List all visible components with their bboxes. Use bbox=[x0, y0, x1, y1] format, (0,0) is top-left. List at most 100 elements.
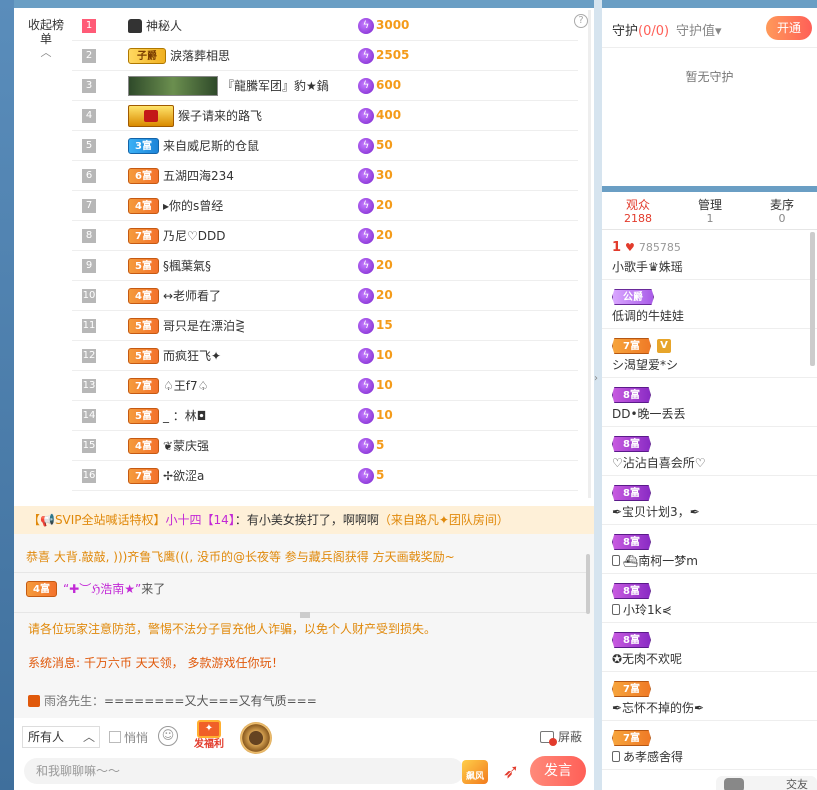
tab-audience[interactable]: 观众 2188 bbox=[608, 198, 668, 226]
user-name[interactable]: ✒忘怀不掉的伤✒ bbox=[612, 701, 704, 715]
tab-label: 麦序 bbox=[769, 198, 794, 212]
rank-user-name[interactable]: ▸你的s曾经 bbox=[163, 197, 223, 214]
user-name[interactable]: 低调的牛娃娃 bbox=[612, 309, 684, 323]
audience-user[interactable]: 7富 V シ渴望爱*シ bbox=[602, 330, 817, 378]
rank-number: 9 bbox=[82, 258, 96, 273]
rank-user-name[interactable]: 猴子请来的路飞 bbox=[178, 107, 262, 124]
rank-row[interactable]: 12 5富 而疯狂飞✦ ϟ 10 bbox=[72, 341, 578, 371]
gift-icon: ϟ bbox=[358, 48, 374, 64]
audience-user[interactable]: 1 ♥ 785785 小歌手♛姝瑶 bbox=[602, 232, 817, 280]
user-name-row: ✒忘怀不掉的伤✒ bbox=[612, 699, 704, 716]
rank-number: 16 bbox=[82, 468, 96, 483]
user-message-name[interactable]: 雨洛先生： bbox=[44, 694, 104, 708]
rank-user-name[interactable]: 来自威尼斯的仓鼠 bbox=[163, 137, 259, 154]
gift-icon: ϟ bbox=[358, 468, 374, 484]
rank-user-name[interactable]: 『龍騰军团』豹★鍋 bbox=[222, 77, 329, 94]
floating-chat-button[interactable]: 交友 bbox=[716, 776, 817, 790]
enter-user-name[interactable]: “✚︶ℌ浩南★” bbox=[63, 580, 141, 597]
audience-user[interactable]: 7富 あ孝感舍得 bbox=[602, 722, 817, 770]
rank-row[interactable]: 15 4富 ❦蒙庆强 ϟ 5 bbox=[72, 431, 578, 461]
quiet-checkbox[interactable] bbox=[109, 731, 121, 743]
resize-handle[interactable] bbox=[300, 612, 310, 618]
rank-row[interactable]: 7 4富 ▸你的s曾经 ϟ 20 bbox=[72, 191, 578, 221]
chat-scrollbar[interactable] bbox=[586, 554, 590, 614]
audience-user[interactable]: 8富 ♡沾沾自喜会所♡ bbox=[602, 428, 817, 476]
audience-user[interactable]: 7富 ✒忘怀不掉的伤✒ bbox=[602, 673, 817, 721]
audience-user[interactable]: 8富 DD•晚一丢丢 bbox=[602, 379, 817, 427]
security-warning: 请各位玩家注意防范，警惕不法分子冒充他人诈骗，以免个人财产受到损失。 bbox=[28, 622, 437, 636]
rank-row[interactable]: 11 5富 哥只是在漂泊⋛ ϟ 15 bbox=[72, 311, 578, 341]
rank-row[interactable]: 9 5富 §楓葉氣§ ϟ 20 bbox=[72, 251, 578, 281]
chat-input[interactable]: 和我聊聊嘛～～ bbox=[24, 758, 464, 784]
svip-broadcast-bar[interactable]: 【📢SVIP全站喊话特权】小十四【14】：有小美女挨打了，啊啊啊（来自路凡✦团队… bbox=[14, 506, 594, 534]
emoji-icon[interactable]: ☺ bbox=[158, 726, 178, 746]
rank-score: 15 bbox=[376, 318, 393, 332]
user-name-row: ⛴南柯一梦m bbox=[612, 552, 698, 569]
rank-user-name[interactable]: 哥只是在漂泊⋛ bbox=[163, 317, 245, 334]
welfare-label: 发福利 bbox=[194, 739, 224, 750]
rank-row[interactable]: 1 神秘人 ϟ 3000 bbox=[72, 11, 578, 41]
rank-user-name[interactable]: 神秘人 bbox=[146, 17, 182, 34]
target-select[interactable]: 所有人 ︿ bbox=[22, 726, 100, 748]
rocket-icon[interactable]: ➶ bbox=[498, 758, 524, 784]
user-name[interactable]: あ孝感舍得 bbox=[623, 750, 683, 764]
rank-user-name[interactable]: ♤王f7♤ bbox=[163, 377, 208, 394]
rank-user-name[interactable]: 淚落葬相思 bbox=[170, 47, 230, 64]
feng-icon[interactable]: 飙风 bbox=[462, 760, 488, 784]
rank-row[interactable]: 5 3富 来自威尼斯的仓鼠 ϟ 50 bbox=[72, 131, 578, 161]
wealth-badge: 子爵 bbox=[128, 47, 166, 64]
rank-row[interactable]: 3 『龍騰军团』豹★鍋 ϟ 600 bbox=[72, 71, 578, 101]
rank-row[interactable]: 10 4富 ↔老师看了 ϟ 20 bbox=[72, 281, 578, 311]
chat-toolbar: 所有人 ︿ 悄悄 ☺ ✦ 发福利 屏蔽 bbox=[14, 718, 594, 758]
user-badges: 7富 bbox=[612, 681, 651, 697]
user-name[interactable]: ♡沾沾自喜会所♡ bbox=[612, 456, 706, 470]
broadcast-source[interactable]: （来自路凡✦团队房间） bbox=[379, 513, 509, 527]
user-name[interactable]: 小玲1k⋞ bbox=[623, 603, 672, 617]
rank-user-name[interactable]: 五湖四海234 bbox=[163, 167, 234, 184]
rank-row[interactable]: 13 7富 ♤王f7♤ ϟ 10 bbox=[72, 371, 578, 401]
audience-scrollbar[interactable] bbox=[810, 232, 815, 366]
audience-user[interactable]: 公爵 低调的牛娃娃 bbox=[602, 281, 817, 329]
rank-row[interactable]: 14 5富 _ ：林◘ ϟ 10 bbox=[72, 401, 578, 431]
audience-user[interactable]: 8富 小玲1k⋞ bbox=[602, 575, 817, 623]
user-name[interactable]: ✒宝贝计划3，✒ bbox=[612, 505, 700, 519]
rank-row[interactable]: 2 子爵 淚落葬相思 ϟ 2505 bbox=[72, 41, 578, 71]
welfare-button[interactable]: ✦ 发福利 bbox=[192, 720, 226, 756]
user-name[interactable]: DD•晚一丢丢 bbox=[612, 407, 686, 421]
rank-row[interactable]: 16 7富 ✢欲涩a ϟ 5 bbox=[72, 461, 578, 491]
chevron-right-icon[interactable]: › bbox=[594, 372, 602, 386]
rank-user-name[interactable]: §楓葉氣§ bbox=[163, 257, 211, 274]
audience-user[interactable]: 8富 ⛴南柯一梦m bbox=[602, 526, 817, 574]
audience-user[interactable]: 8富 ✪无肉不欢呢 bbox=[602, 624, 817, 672]
rank-user-name[interactable]: 乃尼♡DDD bbox=[163, 227, 225, 244]
tab-admin[interactable]: 管理 1 bbox=[680, 198, 740, 226]
broadcast-user[interactable]: 小十四【14】 bbox=[166, 513, 235, 527]
medal-icon[interactable] bbox=[240, 722, 272, 754]
user-name[interactable]: ✪无肉不欢呢 bbox=[612, 652, 682, 666]
shield-button[interactable]: 屏蔽 bbox=[539, 728, 582, 746]
rank-scrollbar[interactable] bbox=[588, 10, 591, 498]
audience-user[interactable]: 8富 ✒宝贝计划3，✒ bbox=[602, 477, 817, 525]
gift-icon: ϟ bbox=[358, 18, 374, 34]
guard-value-sort[interactable]: 守护值▾ bbox=[676, 20, 722, 39]
rank-row[interactable]: 6 6富 五湖四海234 ϟ 30 bbox=[72, 161, 578, 191]
rank-user-name[interactable]: ✢欲涩a bbox=[163, 467, 204, 484]
user-name[interactable]: 小歌手♛姝瑶 bbox=[612, 260, 683, 274]
rank-user-name[interactable]: ↔老师看了 bbox=[163, 287, 221, 304]
rank-row[interactable]: 8 7富 乃尼♡DDD ϟ 20 bbox=[72, 221, 578, 251]
user-name[interactable]: シ渴望爱*シ bbox=[612, 358, 678, 372]
system-message: 系统消息: 千万六币 天天领， 多款游戏任你玩！ bbox=[28, 656, 284, 670]
rank-user-name[interactable]: 而疯狂飞✦ bbox=[163, 347, 221, 364]
user-name[interactable]: ⛴南柯一梦m bbox=[623, 554, 698, 568]
send-button[interactable]: 发言 bbox=[530, 756, 586, 786]
gift-icon: ϟ bbox=[358, 168, 374, 184]
user-badges: 8富 bbox=[612, 632, 651, 648]
enter-message: 4富 “✚︶ℌ浩南★” 来了 bbox=[26, 580, 165, 597]
rank-score: 10 bbox=[376, 408, 393, 422]
tab-mic-queue[interactable]: 麦序 0 bbox=[752, 198, 812, 226]
open-guard-button[interactable]: 开通 bbox=[766, 16, 812, 40]
rank-user-name[interactable]: _ ：林◘ bbox=[163, 407, 206, 424]
rank-row[interactable]: 4 猴子请来的路飞 ϟ 400 bbox=[72, 101, 578, 131]
rank-user-name[interactable]: ❦蒙庆强 bbox=[163, 437, 209, 454]
collapse-rank-button[interactable]: 收起榜单 ︿ bbox=[28, 18, 64, 60]
